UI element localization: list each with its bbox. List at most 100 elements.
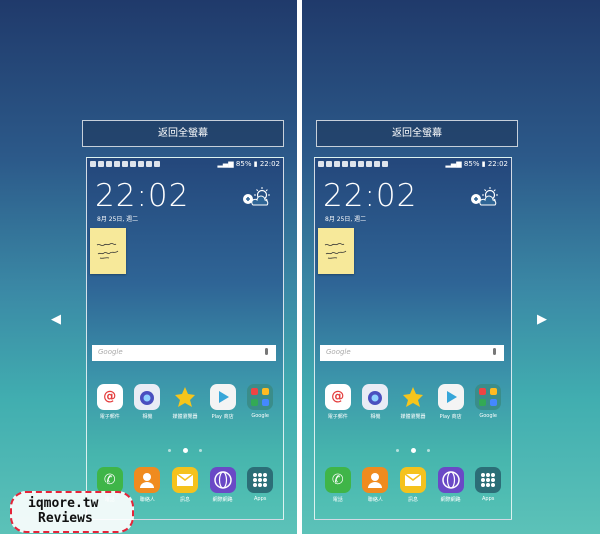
app-messages[interactable]: 訊息: [394, 467, 432, 503]
mic-icon[interactable]: [265, 348, 268, 355]
app-phone[interactable]: ✆ 電話: [319, 467, 357, 503]
search-placeholder: Google: [98, 348, 123, 356]
notification-icons: [318, 161, 388, 167]
notification-icon: [122, 161, 128, 167]
phone-screen-preview[interactable]: ▂▄▆ 85% ▮ 22:02 22:02 8月 25日, 週二 Google …: [86, 157, 284, 520]
weather-add-icon[interactable]: [469, 186, 499, 208]
gallery-icon[interactable]: [172, 384, 198, 410]
google-search-bar[interactable]: Google: [320, 345, 504, 361]
app-label: 聯絡人: [367, 497, 383, 503]
signal-icon: ▂▄▆: [445, 160, 462, 168]
email-icon[interactable]: @: [96, 384, 123, 410]
page-dot[interactable]: [426, 449, 430, 452]
page-dot[interactable]: [198, 449, 202, 452]
dock: ✆ 電話 聯絡人 訊息 網際網路 Apps: [319, 467, 507, 503]
app-camera[interactable]: 相機: [129, 384, 167, 420]
date-text: 8月 25日, 週二: [97, 216, 139, 223]
play-store-icon[interactable]: [437, 384, 464, 410]
app-play-store[interactable]: Play 商店: [432, 384, 470, 420]
play-store-icon[interactable]: [209, 384, 236, 410]
app-apps[interactable]: Apps: [241, 467, 279, 503]
google-folder-icon[interactable]: [475, 384, 502, 410]
watermark-line2: Reviews: [38, 511, 93, 526]
apps-icon[interactable]: [475, 467, 502, 493]
internet-icon[interactable]: [437, 467, 464, 493]
app-label: Apps: [481, 496, 495, 502]
app-label: 聯絡人: [139, 497, 155, 503]
app-camera[interactable]: 相機: [357, 384, 395, 420]
memo-widget[interactable]: [318, 228, 354, 274]
clock-widget[interactable]: 22:02: [323, 178, 417, 214]
app-label: 相機: [370, 414, 381, 420]
nav-arrow-icon[interactable]: ◀: [51, 312, 61, 327]
app-label: Apps: [253, 496, 267, 502]
camera-icon[interactable]: [362, 384, 389, 410]
app-gallery[interactable]: 媒體瀏覽器: [394, 384, 432, 420]
battery-percent: 85%: [235, 160, 252, 168]
app-label: 訊息: [407, 497, 418, 503]
phone-icon[interactable]: ✆: [324, 467, 351, 493]
app-play-store[interactable]: Play 商店: [204, 384, 242, 420]
nav-arrow-icon[interactable]: ▶: [537, 312, 547, 327]
screen-panel: 返回全螢幕 ▶ ▂▄▆ 85% ▮ 22:02 22:02 8月 25日, 週二…: [302, 0, 600, 534]
app-google-folder[interactable]: Google: [469, 384, 507, 420]
app-label: 電話: [332, 497, 343, 503]
apps-icon[interactable]: [247, 467, 274, 493]
panel-divider: [297, 0, 302, 534]
app-label: 媒體瀏覽器: [400, 414, 426, 420]
gallery-icon[interactable]: [400, 384, 426, 410]
notification-icon: [114, 161, 120, 167]
google-search-bar[interactable]: Google: [92, 345, 276, 361]
memo-widget[interactable]: [90, 228, 126, 274]
app-internet[interactable]: 網際網路: [204, 467, 242, 503]
handwriting-scribble: [96, 243, 119, 259]
status-bar: ▂▄▆ 85% ▮ 22:02: [315, 160, 511, 171]
notification-icon: [154, 161, 160, 167]
battery-icon: ▮: [481, 160, 486, 168]
app-gallery[interactable]: 媒體瀏覽器: [166, 384, 204, 420]
home-page-dot[interactable]: [182, 448, 188, 453]
app-contacts[interactable]: 聯絡人: [357, 467, 395, 503]
page-dot[interactable]: [168, 449, 172, 452]
page-dot[interactable]: [396, 449, 400, 452]
return-fullscreen-button[interactable]: 返回全螢幕: [82, 120, 284, 147]
app-contacts[interactable]: 聯絡人: [129, 467, 167, 503]
camera-icon[interactable]: [134, 384, 161, 410]
app-label: 相機: [142, 414, 153, 420]
status-bar: ▂▄▆ 85% ▮ 22:02: [87, 160, 283, 171]
page-indicator: [87, 440, 283, 459]
notification-icon: [146, 161, 152, 167]
phone-icon[interactable]: ✆: [96, 467, 123, 493]
app-apps[interactable]: Apps: [469, 467, 507, 503]
handwriting-scribble: [324, 243, 347, 259]
app-google-folder[interactable]: Google: [241, 384, 279, 420]
app-label: Google: [251, 413, 269, 419]
app-email[interactable]: @ 電子郵件: [91, 384, 129, 420]
google-folder-icon[interactable]: [247, 384, 274, 410]
app-messages[interactable]: 訊息: [166, 467, 204, 503]
notification-icon: [350, 161, 356, 167]
app-email[interactable]: @ 電子郵件: [319, 384, 357, 420]
mic-icon[interactable]: [493, 348, 496, 355]
contacts-icon[interactable]: [134, 467, 161, 493]
battery-percent: 85%: [463, 160, 480, 168]
notification-icon: [374, 161, 380, 167]
notification-icon: [382, 161, 388, 167]
notification-icon: [130, 161, 136, 167]
contacts-icon[interactable]: [362, 467, 389, 493]
app-label: 媒體瀏覽器: [172, 414, 198, 420]
messages-icon[interactable]: [399, 467, 426, 493]
weather-add-icon[interactable]: [241, 186, 271, 208]
app-label: Play 商店: [211, 414, 234, 420]
email-icon[interactable]: @: [324, 384, 351, 410]
internet-icon[interactable]: [209, 467, 236, 493]
clock-widget[interactable]: 22:02: [95, 178, 189, 214]
status-right: ▂▄▆ 85% ▮ 22:02: [446, 160, 508, 168]
home-apps-row: @ 電子郵件 相機 媒體瀏覽器 Play 商店 Google: [91, 384, 279, 420]
home-page-dot[interactable]: [410, 448, 416, 453]
return-fullscreen-button[interactable]: 返回全螢幕: [316, 120, 518, 147]
date-text: 8月 25日, 週二: [325, 216, 367, 223]
messages-icon[interactable]: [171, 467, 198, 493]
phone-screen-preview[interactable]: ▂▄▆ 85% ▮ 22:02 22:02 8月 25日, 週二 Google …: [314, 157, 512, 520]
app-internet[interactable]: 網際網路: [432, 467, 470, 503]
